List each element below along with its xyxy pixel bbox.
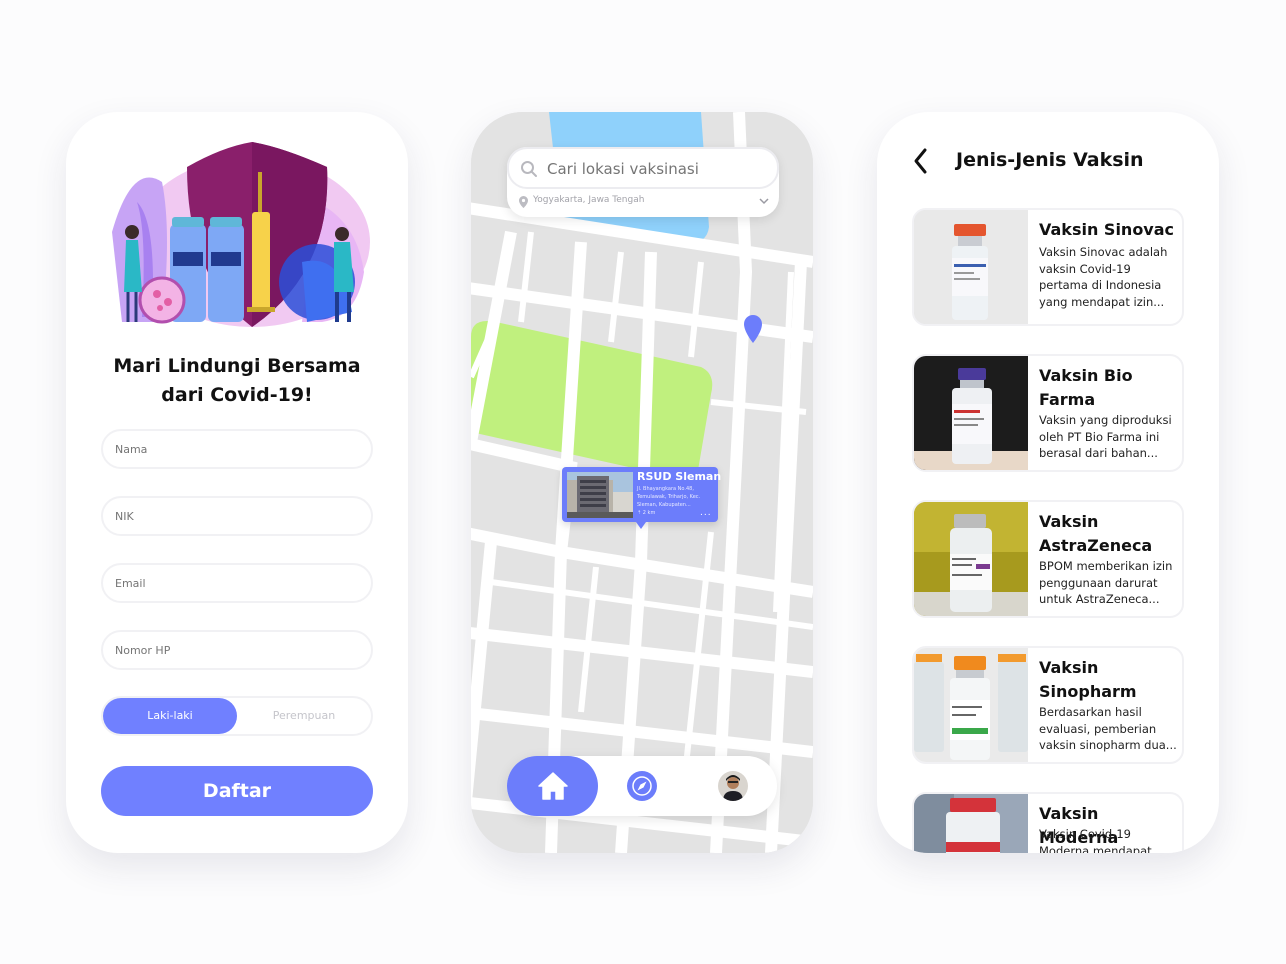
- place-card[interactable]: RSUD Sleman Jl. Bhayangkara No.48, Temul…: [562, 467, 722, 529]
- map-screen: Yogyakarta, Jawa Tengah RSUD Sleman Jl. …: [471, 112, 813, 853]
- page-title: Jenis-Jenis Vaksin: [956, 149, 1144, 171]
- back-arrow-icon[interactable]: [911, 146, 931, 176]
- place-address: Jl. Bhayangkara No.48, Temulawak, Trihar…: [637, 486, 701, 508]
- nik-field[interactable]: [101, 496, 373, 536]
- profile-avatar-image: [718, 771, 748, 801]
- chevron-down-icon[interactable]: [759, 198, 769, 205]
- gender-option-male[interactable]: Laki-laki: [103, 698, 237, 734]
- page-title: Mari Lindungi Bersama dari Covid-19!: [66, 352, 408, 410]
- vaccine-photo: [914, 356, 1028, 470]
- compass-icon: [632, 776, 652, 796]
- nav-explore-button[interactable]: [627, 771, 657, 801]
- search-icon: [521, 161, 537, 177]
- vaccine-illustration: [112, 142, 370, 327]
- vaccine-name: Vaksin Sinopharm: [1039, 658, 1137, 701]
- vaccine-photo: [914, 794, 1028, 853]
- vaccine-photo: [914, 502, 1028, 616]
- vaccine-name: Vaksin AstraZeneca: [1039, 512, 1153, 555]
- vaccine-card-sinopharm[interactable]: Vaksin Sinopharm Berdasarkan hasil evalu…: [912, 646, 1184, 764]
- vaccine-description: Vaksin Sinovac adalah vaksin Covid-19 pe…: [1039, 245, 1168, 309]
- vaccine-description: BPOM memberikan izin penggunaan darurat …: [1039, 559, 1173, 606]
- location-pin-icon: [519, 196, 528, 208]
- search-bar[interactable]: [507, 147, 779, 189]
- register-button[interactable]: Daftar: [101, 766, 373, 816]
- vaccine-card-biofarma[interactable]: Vaksin Bio Farma Vaksin yang diproduksi …: [912, 354, 1184, 472]
- vaccine-name: Vaksin Sinovac: [1039, 220, 1175, 239]
- nav-home-button[interactable]: [507, 756, 598, 816]
- headline-line-2: dari Covid-19!: [161, 384, 313, 406]
- vaccine-card-moderna[interactable]: Vaksin Moderna Vaksin Covid-19 Moderna m…: [912, 792, 1184, 853]
- avatar[interactable]: [718, 771, 748, 801]
- vaccine-card-sinovac[interactable]: Vaksin Sinovac Vaksin Sinovac adalah vak…: [912, 208, 1184, 326]
- vaccine-description: Vaksin yang diproduksi oleh PT Bio Farma…: [1039, 413, 1172, 460]
- vaccine-photo: [914, 210, 1028, 324]
- vaccine-list-screen: Jenis-Jenis Vaksin Vaksin Sinovac Vaksin…: [877, 112, 1219, 853]
- register-screen: Mari Lindungi Bersama dari Covid-19! Lak…: [66, 112, 408, 853]
- vaccine-description: Berdasarkan hasil evaluasi, pemberian va…: [1039, 705, 1177, 752]
- place-distance: ⇡ 2 km: [637, 510, 656, 516]
- email-field[interactable]: [101, 563, 373, 603]
- map-marker-icon[interactable]: [743, 315, 763, 343]
- search-input[interactable]: [547, 158, 767, 180]
- home-icon: [538, 772, 568, 800]
- gender-toggle: Laki-laki Perempuan: [101, 696, 373, 736]
- place-name: RSUD Sleman: [637, 470, 722, 483]
- more-options-icon[interactable]: ...: [700, 508, 712, 518]
- hospital-photo: [567, 472, 633, 518]
- headline-line-1: Mari Lindungi Bersama: [113, 355, 361, 377]
- gender-option-female[interactable]: Perempuan: [237, 698, 371, 734]
- vaccine-photo: [914, 648, 1028, 762]
- location-selector[interactable]: Yogyakarta, Jawa Tengah: [533, 195, 644, 205]
- bottom-nav: [507, 756, 777, 816]
- search-panel: Yogyakarta, Jawa Tengah: [507, 147, 779, 217]
- phone-field[interactable]: [101, 630, 373, 670]
- vaccine-description: Vaksin Covid-19 Moderna mendapat...: [1039, 827, 1163, 853]
- vaccine-name: Vaksin Bio Farma: [1039, 366, 1133, 409]
- name-field[interactable]: [101, 429, 373, 469]
- place-distance-value: 2 km: [642, 510, 656, 516]
- vaccine-card-astrazeneca[interactable]: Vaksin AstraZeneca BPOM memberikan izin …: [912, 500, 1184, 618]
